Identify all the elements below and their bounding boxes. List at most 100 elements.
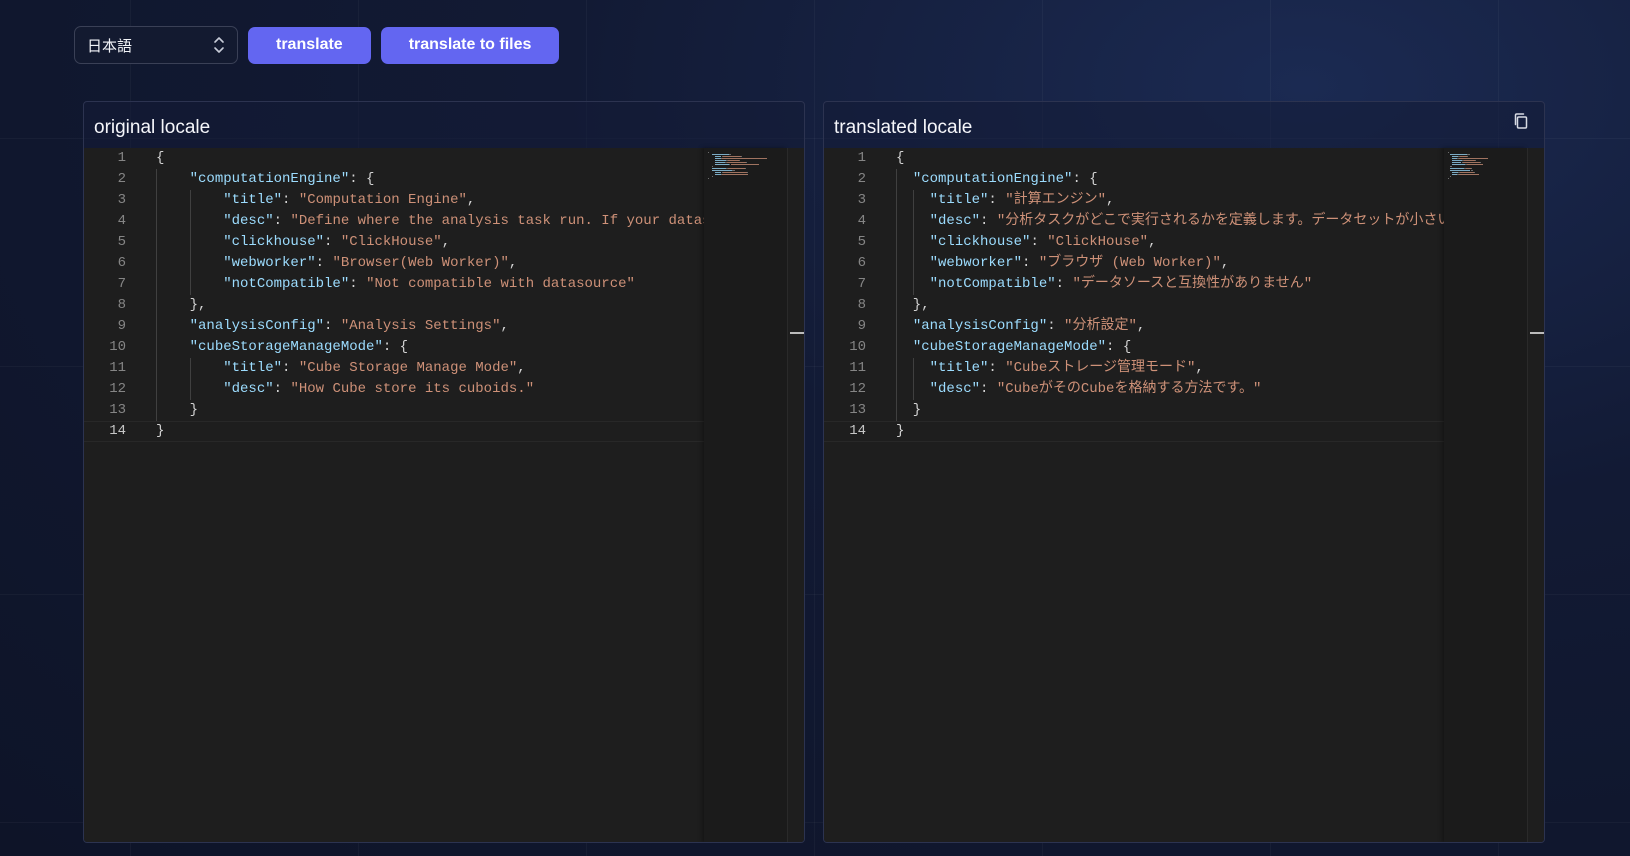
json-punctuation: : xyxy=(1030,234,1048,250)
minimap-line xyxy=(711,170,733,171)
original-code-editor[interactable]: 1 2 3 4 5 6 7 8 9 10 11 12 13 14 { "computationEngine… xyxy=(84,148,804,842)
code-line[interactable]: "desc": "分析タスクがどこで実行されるかを定義します。データセットが小さ… xyxy=(896,211,1444,232)
minimap-line xyxy=(1466,164,1484,165)
original-code-area[interactable]: 1 2 3 4 5 6 7 8 9 10 11 12 13 14 { "computationEngine… xyxy=(84,148,704,842)
vertical-scrollbar[interactable] xyxy=(1527,148,1544,842)
code-line[interactable]: } xyxy=(896,400,1444,421)
minimap-line xyxy=(1480,162,1482,163)
json-key: "desc" xyxy=(929,381,981,397)
code-line[interactable]: "title": "Cube Storage Manage Mode", xyxy=(156,358,704,379)
json-key: "cubeStorageManageMode" xyxy=(189,339,383,355)
code-line[interactable]: "webworker": "ブラウザ (Web Worker)", xyxy=(896,253,1444,274)
translate-button[interactable]: translate xyxy=(248,26,371,64)
json-punctuation: : xyxy=(988,360,1006,376)
vertical-scrollbar[interactable] xyxy=(787,148,804,842)
code-line[interactable]: { xyxy=(896,148,1444,169)
code-line[interactable]: { xyxy=(156,148,704,169)
json-punctuation: : xyxy=(324,318,341,334)
json-punctuation: : { xyxy=(1072,171,1098,187)
code-line[interactable]: "webworker": "Browser(Web Worker)", xyxy=(156,253,704,274)
json-punctuation: } xyxy=(156,423,165,439)
line-number: 7 xyxy=(117,276,126,292)
indent-guide xyxy=(189,358,191,400)
code-line[interactable]: "desc": "Define where the analysis task … xyxy=(156,211,704,232)
minimap-line xyxy=(728,154,732,155)
code-line[interactable]: "clickhouse": "ClickHouse", xyxy=(156,232,704,253)
code-line[interactable]: } xyxy=(156,400,704,421)
line-number: 8 xyxy=(117,297,126,313)
json-string: "Cubeストレージ管理モード" xyxy=(1005,360,1196,376)
minimap-line xyxy=(722,174,749,175)
line-number: 9 xyxy=(857,318,866,334)
minimap-line xyxy=(711,168,726,169)
code-line[interactable]: "notCompatible": "Not compatible with da… xyxy=(156,274,704,295)
code-line[interactable]: } xyxy=(84,421,704,442)
json-key: "title" xyxy=(929,360,989,376)
minimap-line xyxy=(727,168,745,169)
minimap-line xyxy=(722,158,768,159)
indent-guide xyxy=(156,169,157,421)
translate-to-files-button[interactable]: translate to files xyxy=(380,26,560,64)
language-select-value: 日本語 xyxy=(87,37,133,55)
code-line[interactable]: "clickhouse": "ClickHouse", xyxy=(896,232,1444,253)
indent-guide xyxy=(189,190,191,295)
code-line[interactable]: "desc": "How Cube store its cuboids." xyxy=(156,379,704,400)
code-line[interactable]: }, xyxy=(896,295,1444,316)
json-punctuation xyxy=(156,339,190,355)
code-line[interactable]: "title": "Computation Engine", xyxy=(156,190,704,211)
json-punctuation: { xyxy=(896,150,905,166)
minimap-line xyxy=(1459,156,1467,157)
minimap[interactable] xyxy=(1444,148,1527,842)
minimap-line xyxy=(744,168,746,169)
code-lines[interactable]: { "computationEngine": { "title": "Compu… xyxy=(84,148,704,442)
json-string: "ClickHouse" xyxy=(340,234,442,250)
copy-icon[interactable] xyxy=(1512,112,1530,130)
code-line[interactable]: "title": "計算エンジン", xyxy=(896,190,1444,211)
line-number: 14 xyxy=(849,423,866,439)
line-number: 3 xyxy=(857,192,866,208)
json-punctuation: : xyxy=(273,381,291,397)
minimap-line xyxy=(708,178,709,179)
json-punctuation: , xyxy=(466,192,476,208)
minimap-line xyxy=(1451,160,1463,161)
line-number: 5 xyxy=(857,234,866,250)
json-punctuation xyxy=(896,339,913,355)
minimap-line xyxy=(715,162,726,163)
language-select[interactable]: 日本語 xyxy=(74,26,238,64)
code-line[interactable]: "computationEngine": { xyxy=(156,169,704,190)
json-punctuation: : xyxy=(980,213,997,229)
json-punctuation: }, xyxy=(896,297,930,313)
line-number-gutter: 1 2 3 4 5 6 7 8 9 10 11 12 13 14 xyxy=(824,148,866,842)
code-lines[interactable]: { "computationEngine": { "title": "計算エンジ… xyxy=(824,148,1444,442)
line-number: 6 xyxy=(117,255,126,271)
json-key: "computationEngine" xyxy=(189,171,350,187)
line-number: 6 xyxy=(857,255,866,271)
json-key: "desc" xyxy=(223,213,274,229)
minimap-line xyxy=(1458,174,1480,175)
code-line[interactable]: } xyxy=(824,421,1444,442)
minimap-line xyxy=(711,154,729,155)
line-number: 9 xyxy=(117,318,126,334)
code-line[interactable]: "notCompatible": "データソースと互換性がありません" xyxy=(896,274,1444,295)
minimap[interactable] xyxy=(704,148,787,842)
minimap-line xyxy=(1471,168,1473,169)
code-line[interactable]: "analysisConfig": "Analysis Settings", xyxy=(156,316,704,337)
json-key: "cubeStorageManageMode" xyxy=(912,339,1107,355)
code-line[interactable]: "computationEngine": { xyxy=(896,169,1444,190)
code-line[interactable]: "title": "Cubeストレージ管理モード", xyxy=(896,358,1444,379)
code-line[interactable]: "cubeStorageManageMode": { xyxy=(896,337,1444,358)
line-number: 2 xyxy=(857,171,866,187)
line-number: 4 xyxy=(117,213,126,229)
code-line[interactable]: "analysisConfig": "分析設定", xyxy=(896,316,1444,337)
json-key: "title" xyxy=(223,192,283,208)
code-line[interactable]: "desc": "CubeがそのCubeを格納する方法です。" xyxy=(896,379,1444,400)
translated-code-editor[interactable]: 1 2 3 4 5 6 7 8 9 10 11 12 13 14 { "computationEngine… xyxy=(824,148,1544,842)
translated-code-area[interactable]: 1 2 3 4 5 6 7 8 9 10 11 12 13 14 { "computationEngine… xyxy=(824,148,1444,842)
code-line[interactable]: "cubeStorageManageMode": { xyxy=(156,337,704,358)
minimap-line xyxy=(1448,152,1449,153)
minimap-line xyxy=(711,166,714,167)
translated-locale-panel: translated locale 1 2 3 4 5 6 7 8 9 10 11 12 13 14 { … xyxy=(823,101,1545,843)
code-line[interactable]: }, xyxy=(156,295,704,316)
json-punctuation xyxy=(156,318,190,334)
json-string: "Define where the analysis task run. If … xyxy=(290,213,704,229)
